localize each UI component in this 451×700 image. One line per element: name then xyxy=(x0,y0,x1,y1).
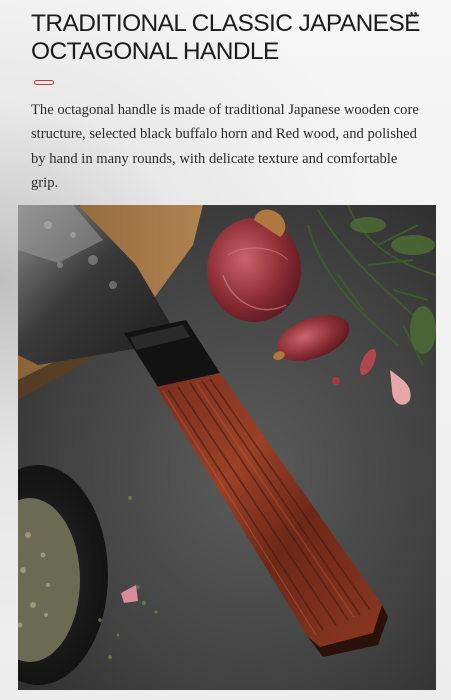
title-line-2: OCTAGONAL HANDLE xyxy=(31,38,279,65)
accent-divider xyxy=(34,80,54,85)
product-photo xyxy=(18,205,436,690)
page-title: TRADITIONAL CLASSIC JAPANESE OCTAGONAL H… xyxy=(31,10,431,66)
title-line-1: TRADITIONAL CLASSIC JAPANESE xyxy=(31,10,421,37)
knife-photo-illustration xyxy=(18,205,436,690)
description-text: The octagonal handle is made of traditio… xyxy=(31,102,419,192)
quote-mark: ” xyxy=(409,8,418,30)
